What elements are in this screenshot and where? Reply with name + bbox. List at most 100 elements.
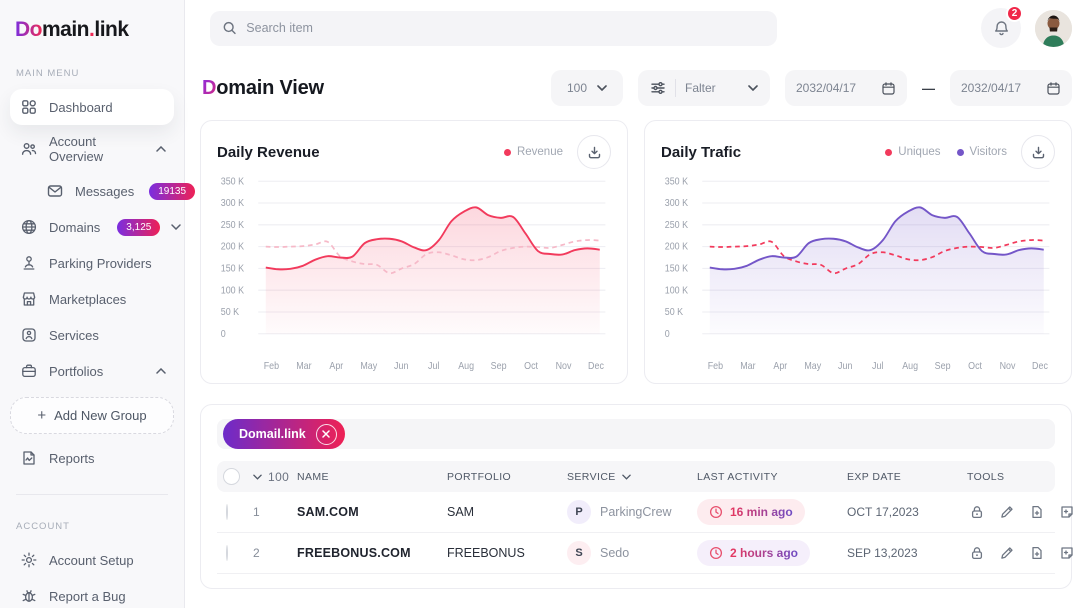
select-all-checkbox[interactable] (223, 468, 240, 485)
sidebar-item-parking-providers[interactable]: Parking Providers (10, 245, 174, 281)
lock-button[interactable] (969, 545, 985, 561)
sidebar-item-report-a-bug[interactable]: Report a Bug (10, 578, 174, 608)
search-input[interactable] (246, 21, 765, 35)
sidebar-item-account-overview[interactable]: Account Overview (10, 125, 174, 173)
exp-date: SEP 13,2023 (847, 546, 967, 560)
daily-trafic-chart: 350 K300 K250 K200 K150 K100 K50 K0FebMa… (661, 173, 1055, 375)
svg-text:50 K: 50 K (665, 307, 684, 317)
envelope-icon (46, 182, 64, 200)
add-note-button[interactable] (1059, 504, 1075, 520)
app-logo: Domain.link (10, 18, 174, 42)
page-title-first-letter: D (202, 77, 216, 99)
sidebar-item-dashboard[interactable]: Dashboard (10, 89, 174, 125)
edit-button[interactable] (999, 545, 1015, 561)
storefront-icon (20, 290, 38, 308)
filter-dropdown[interactable]: Falter (638, 70, 770, 106)
svg-text:Nov: Nov (556, 360, 572, 370)
filter-chip-label: Domail.link (239, 427, 306, 441)
table-header-row: 100 NAME PORTFOLIO SERVICE LAST ACTIVITY… (217, 461, 1055, 492)
page-title-rest: omain View (216, 77, 324, 99)
add-note-button[interactable] (1059, 545, 1075, 561)
app-window: Domain.link MAIN MENU Dashboard Account … (0, 0, 1088, 608)
active-filters-bar: Domail.link (217, 419, 1055, 449)
chevron-up-icon (156, 146, 166, 152)
sidebar-divider (16, 494, 168, 495)
chevron-down-icon (622, 474, 631, 480)
last-activity-badge: 16 min ago (697, 499, 805, 525)
edit-button[interactable] (999, 504, 1015, 520)
svg-text:Jun: Jun (838, 360, 852, 370)
column-header-service[interactable]: SERVICE (567, 471, 697, 483)
column-header-exp-date: EXP DATE (847, 471, 967, 483)
main-menu-label: MAIN MENU (16, 68, 174, 79)
last-activity-badge: 2 hours ago (697, 540, 810, 566)
clock-icon (709, 546, 723, 560)
svg-text:Oct: Oct (524, 360, 538, 370)
svg-text:0: 0 (665, 329, 670, 339)
page-size-select[interactable]: 100 (551, 70, 623, 106)
add-new-group-label: Add New Group (54, 408, 147, 423)
calendar-icon (881, 81, 896, 96)
legend-item: Revenue (504, 146, 563, 158)
svg-text:200 K: 200 K (665, 241, 689, 251)
svg-text:Feb: Feb (264, 360, 279, 370)
sidebar-item-portfolios[interactable]: Portfolios (10, 353, 174, 389)
row-checkbox[interactable] (226, 545, 228, 561)
svg-text:Mar: Mar (740, 360, 755, 370)
service-cell: P ParkingCrew (567, 500, 697, 524)
row-number: 1 (253, 505, 297, 519)
lock-button[interactable] (969, 504, 985, 520)
sidebar-item-account-setup[interactable]: Account Setup (10, 542, 174, 578)
add-file-button[interactable] (1029, 504, 1045, 520)
domains-table-card: Domail.link 100 NAME PORTFOLIO (200, 404, 1072, 589)
user-avatar[interactable] (1035, 10, 1072, 47)
date-to-picker[interactable]: 2032/04/17 (950, 70, 1072, 106)
date-from-picker[interactable]: 2032/04/17 (785, 70, 907, 106)
page-title: Domain View (202, 77, 324, 100)
legend-item: Visitors (957, 146, 1008, 158)
sidebar-item-label: Account Setup (49, 553, 134, 568)
column-header-last-activity: LAST ACTIVITY (697, 471, 847, 483)
svg-text:Nov: Nov (1000, 360, 1016, 370)
lock-icon (969, 545, 985, 561)
legend-dot (957, 149, 964, 156)
sidebar-item-messages[interactable]: Messages 19135 (10, 173, 174, 209)
sidebar-item-services[interactable]: Services (10, 317, 174, 353)
svg-text:250 K: 250 K (665, 220, 689, 230)
svg-text:Dec: Dec (1032, 360, 1048, 370)
service-initial-badge: S (567, 541, 591, 565)
sliders-icon (650, 80, 666, 96)
domains-count-badge: 3,125 (117, 219, 160, 236)
table-count-select[interactable]: 100 (253, 470, 297, 484)
note-plus-icon (1059, 504, 1075, 520)
filter-chip[interactable]: Domail.link (223, 419, 345, 449)
remove-filter-button[interactable] (316, 424, 337, 445)
sidebar-item-domains[interactable]: Domains 3,125 (10, 209, 174, 245)
topbar: 2 (185, 0, 1088, 56)
download-button[interactable] (577, 135, 611, 169)
note-plus-icon (1059, 545, 1075, 561)
svg-text:Feb: Feb (708, 360, 723, 370)
column-header-tools: TOOLS (967, 471, 1055, 483)
row-checkbox[interactable] (226, 504, 228, 520)
add-new-group-button[interactable]: + Add New Group (10, 397, 174, 434)
svg-text:Sep: Sep (935, 360, 951, 370)
exp-date: OCT 17,2023 (847, 505, 967, 519)
tools-cell (967, 504, 1075, 520)
chevron-down-icon (748, 85, 758, 91)
sidebar-item-reports[interactable]: Reports (10, 440, 174, 476)
sidebar-item-marketplaces[interactable]: Marketplaces (10, 281, 174, 317)
lock-icon (969, 504, 985, 520)
file-plus-icon (1029, 545, 1045, 561)
chevron-down-icon (597, 85, 607, 91)
download-button[interactable] (1021, 135, 1055, 169)
svg-text:200 K: 200 K (221, 241, 245, 251)
column-header-portfolio: PORTFOLIO (447, 471, 567, 483)
sidebar-item-label: Portfolios (49, 364, 103, 379)
add-file-button[interactable] (1029, 545, 1045, 561)
globe-icon (20, 218, 38, 236)
notifications-button[interactable]: 2 (981, 8, 1021, 48)
plus-icon: + (37, 407, 46, 424)
clock-icon (709, 505, 723, 519)
svg-text:Aug: Aug (902, 360, 918, 370)
